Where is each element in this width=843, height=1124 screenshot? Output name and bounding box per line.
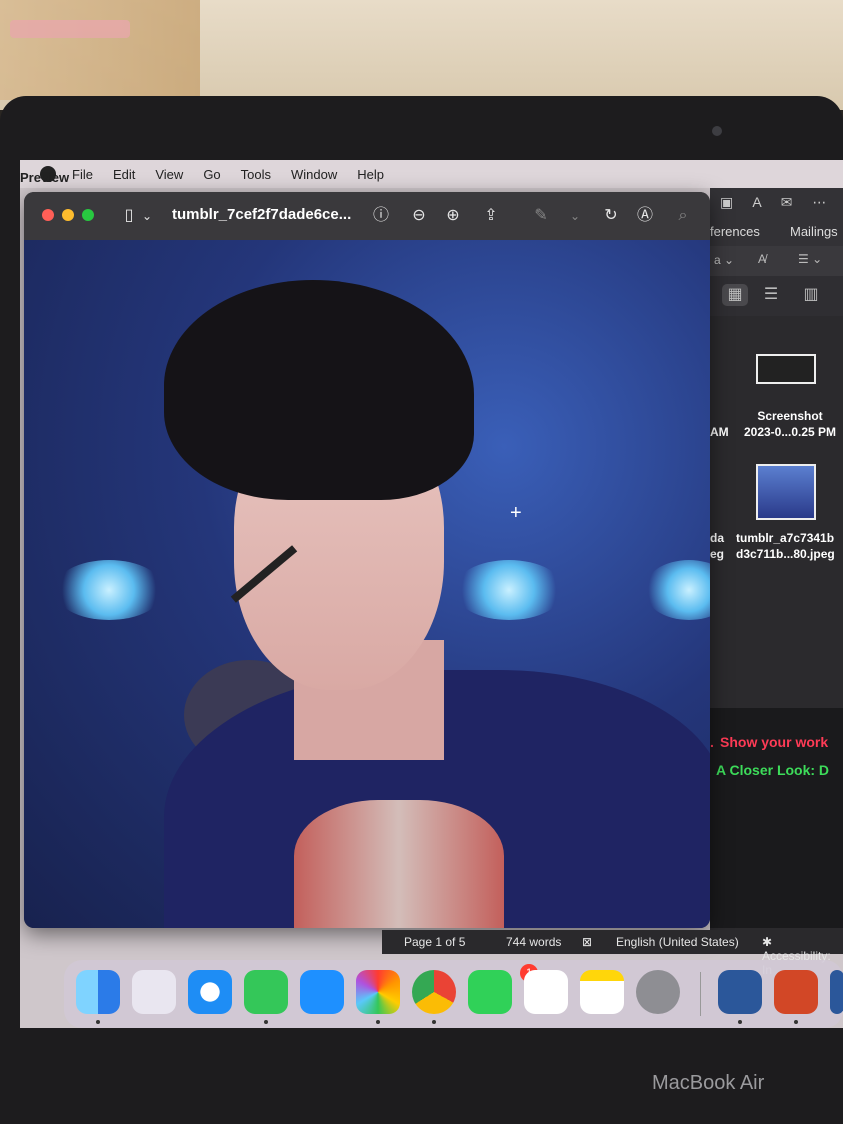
- safari-icon[interactable]: [188, 970, 232, 1014]
- stage-light: [54, 560, 164, 620]
- tab-references[interactable]: ferences: [710, 224, 760, 239]
- language[interactable]: English (United States): [616, 935, 739, 949]
- menu-go[interactable]: Go: [203, 167, 220, 182]
- info-icon[interactable]: ⓘ: [370, 205, 392, 227]
- word-count[interactable]: 744 words: [506, 935, 561, 949]
- word-status-bar: Page 1 of 5 744 words ⊠ English (United …: [382, 930, 843, 977]
- file-2-name: tumblr_a7c7341b: [736, 531, 835, 545]
- zoom-out-icon[interactable]: ⊖: [408, 205, 430, 227]
- crosshair-cursor-icon: +: [510, 502, 522, 524]
- chevron-down-icon[interactable]: ⌄: [140, 205, 154, 227]
- running-indicator: [432, 1020, 436, 1024]
- menu-window[interactable]: Window: [291, 167, 337, 182]
- terminal-prefix: .: [710, 734, 714, 750]
- camera-icon: [712, 126, 722, 136]
- system-settings-icon[interactable]: [636, 970, 680, 1014]
- menu-tools[interactable]: Tools: [241, 167, 271, 182]
- terminal-window: . Show your work A Closer Look: D: [710, 708, 843, 928]
- reminders-icon[interactable]: [524, 970, 568, 1014]
- grid-view-icon[interactable]: ▦: [722, 284, 748, 306]
- terminal-line-1: Show your work: [720, 734, 829, 750]
- wall-background: [0, 0, 843, 110]
- search-icon[interactable]: ⌕: [672, 205, 694, 227]
- shirt-print: [294, 800, 504, 928]
- file-left-fragment-2: eg: [710, 547, 725, 561]
- tab-mailings[interactable]: Mailings: [790, 224, 838, 239]
- menu-bar: Preview File Edit View Go Tools Window H…: [20, 160, 843, 188]
- menu-edit[interactable]: Edit: [113, 167, 135, 182]
- proofing-icon[interactable]: ⊠: [582, 935, 592, 949]
- preview-window: ▯ ⌄ tumblr_7cef2f7dade6ce... ⓘ ⊖ ⊕ ⇪ ✎ ⌄…: [24, 192, 710, 928]
- zoom-in-icon[interactable]: ⊕: [442, 205, 464, 227]
- running-indicator: [376, 1020, 380, 1024]
- running-indicator: [264, 1020, 268, 1024]
- close-button[interactable]: [42, 209, 54, 221]
- minimize-button[interactable]: [62, 209, 74, 221]
- photos-icon[interactable]: [356, 970, 400, 1014]
- accessibility-icon: ✱: [762, 935, 773, 949]
- file-2-ext: d3c711b...80.jpeg: [736, 547, 835, 561]
- mail-icon[interactable]: [300, 970, 344, 1014]
- markup-chevron-icon[interactable]: ⌄: [564, 205, 586, 227]
- menu-view[interactable]: View: [155, 167, 183, 182]
- running-indicator: [794, 1020, 798, 1024]
- hair: [164, 280, 474, 500]
- word-toolbar: ▣ A ✉ ⋯ ferences Mailings: [710, 188, 843, 246]
- stage-light: [644, 560, 710, 620]
- menu-file[interactable]: File: [72, 167, 93, 182]
- image-thumbnail[interactable]: [756, 464, 816, 520]
- finder-icon[interactable]: [76, 970, 120, 1014]
- file-view-bar: ▦ ☰ ▥: [710, 276, 843, 316]
- concert-photo: +: [24, 240, 710, 928]
- file-1-name: Screenshot: [757, 409, 823, 423]
- word-format-bar: a ⌄ A̸ ☰ ⌄: [710, 246, 843, 276]
- page-count[interactable]: Page 1 of 5: [404, 935, 465, 949]
- running-indicator: [738, 1020, 742, 1024]
- file-0-date-fragment: AM: [710, 425, 729, 439]
- preview-titlebar: ▯ ⌄ tumblr_7cef2f7dade6ce... ⓘ ⊖ ⊕ ⇪ ✎ ⌄…: [24, 192, 710, 241]
- stage-light: [454, 560, 564, 620]
- partial-app-icon[interactable]: [830, 970, 843, 1014]
- markup-pen-icon[interactable]: ✎: [530, 205, 552, 227]
- menu-help[interactable]: Help: [357, 167, 384, 182]
- annotate-icon[interactable]: Ⓐ: [634, 205, 656, 227]
- running-indicator: [96, 1020, 100, 1024]
- terminal-line-2: A Closer Look: D: [716, 762, 830, 778]
- file-left-fragment-1: da: [710, 531, 725, 545]
- dock: 1: [64, 960, 843, 1028]
- font-dropdown-icon[interactable]: a ⌄: [714, 253, 734, 267]
- screenshot-thumbnail[interactable]: [756, 354, 816, 384]
- toolbar-icons[interactable]: ▣ A ✉ ⋯: [720, 194, 834, 211]
- list-icon[interactable]: ☰ ⌄: [798, 252, 822, 266]
- clear-format-icon[interactable]: A̸: [758, 252, 766, 266]
- sidebar-icon[interactable]: ▯: [118, 205, 140, 227]
- notes-icon[interactable]: [580, 970, 624, 1014]
- zoom-button[interactable]: [82, 209, 94, 221]
- column-view-icon[interactable]: ▥: [798, 284, 824, 306]
- rotate-icon[interactable]: ↻: [600, 205, 622, 227]
- chrome-icon[interactable]: [412, 970, 456, 1014]
- dock-divider: [700, 972, 701, 1016]
- list-view-icon[interactable]: ☰: [758, 284, 784, 306]
- document-title: tumblr_7cef2f7dade6ce...: [172, 206, 352, 223]
- launchpad-icon[interactable]: [132, 970, 176, 1014]
- shelf: [0, 0, 200, 100]
- word-icon[interactable]: [718, 970, 762, 1014]
- laptop-brand-label: MacBook Air: [652, 1072, 765, 1094]
- file-1-date: 2023-0...0.25 PM: [743, 425, 837, 439]
- share-icon[interactable]: ⇪: [480, 205, 502, 227]
- messages-icon[interactable]: [244, 970, 288, 1014]
- screen: Preview File Edit View Go Tools Window H…: [20, 160, 843, 1028]
- powerpoint-icon[interactable]: [774, 970, 818, 1014]
- facetime-icon[interactable]: [468, 970, 512, 1014]
